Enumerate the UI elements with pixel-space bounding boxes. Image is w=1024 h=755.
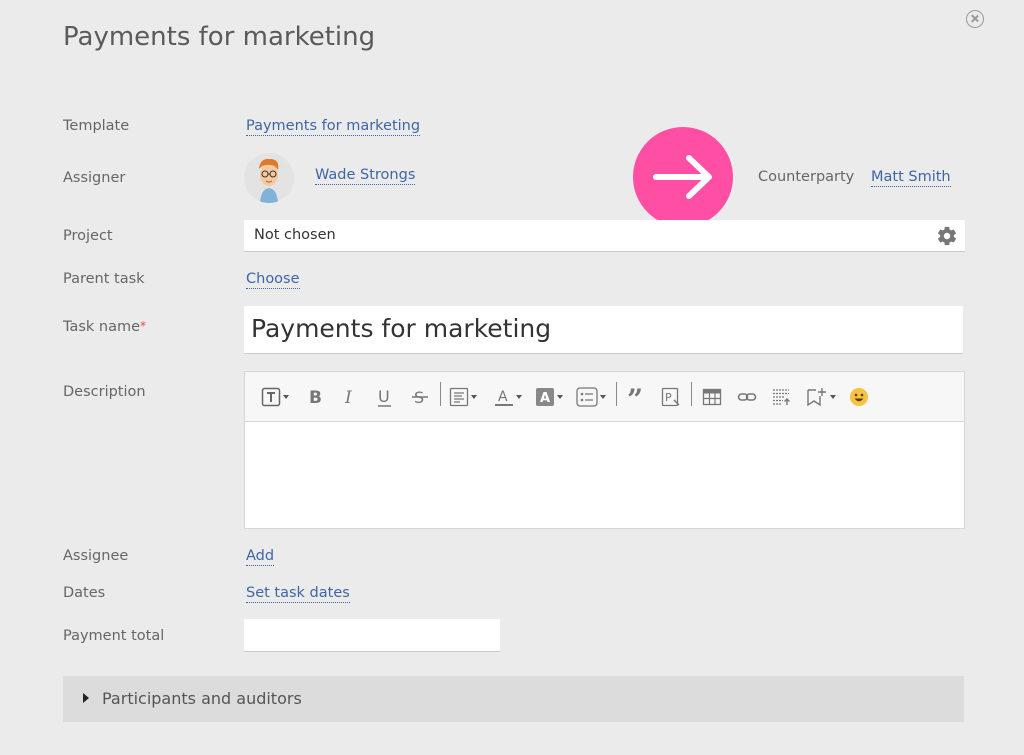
underline-icon: U	[378, 387, 391, 407]
template-link[interactable]: Payments for marketing	[246, 118, 421, 136]
counterparty-label: Counterparty	[758, 169, 855, 185]
editor-toolbar: B I U S A A ” P	[245, 372, 964, 422]
font-color-button[interactable]: A	[494, 386, 522, 408]
description-text-area[interactable]	[245, 422, 964, 528]
paragraph-icon	[449, 387, 469, 407]
paragraph-button[interactable]	[449, 386, 477, 408]
emoji-icon	[850, 388, 868, 406]
assigner-avatar[interactable]	[244, 153, 294, 203]
add-assignee-link[interactable]: Add	[246, 548, 275, 566]
bookmark-button[interactable]	[806, 386, 836, 408]
payment-total-label: Payment total	[63, 628, 165, 644]
change-counterparty-button[interactable]	[633, 127, 733, 227]
table-icon	[702, 388, 722, 406]
table-button[interactable]	[702, 386, 722, 408]
bookmark-icon	[807, 388, 826, 407]
embed-button[interactable]	[771, 386, 793, 408]
embed-icon	[773, 389, 790, 405]
required-mark: *	[140, 319, 147, 333]
italic-button[interactable]: I	[342, 386, 358, 408]
italic-icon: I	[344, 388, 352, 407]
task-name-label-text: Task name	[63, 319, 141, 335]
task-name-value: Payments for marketing	[251, 314, 552, 343]
text-format-icon	[261, 387, 281, 407]
close-icon[interactable]	[966, 10, 984, 28]
background-color-icon: A	[536, 388, 554, 406]
svg-text:U: U	[378, 387, 390, 406]
bold-button[interactable]: B	[307, 386, 323, 408]
quote-icon: ”	[627, 387, 643, 407]
task-name-label: Task name*	[63, 319, 146, 335]
payment-total-input[interactable]	[244, 619, 500, 652]
svg-text:”: ”	[627, 387, 643, 407]
participants-label: Participants and auditors	[102, 689, 302, 708]
project-label: Project	[63, 228, 113, 244]
underline-button[interactable]: U	[376, 386, 394, 408]
project-select[interactable]: Not chosen	[244, 220, 965, 252]
choose-parent-task-link[interactable]: Choose	[246, 271, 300, 289]
insert-form-button[interactable]: P	[661, 386, 681, 408]
dialog-title: Payments for marketing	[63, 22, 376, 52]
gear-icon[interactable]	[936, 225, 958, 247]
svg-text:I: I	[344, 388, 352, 407]
text-format-button[interactable]	[261, 386, 289, 408]
counterparty-link[interactable]: Matt Smith	[871, 169, 951, 187]
participants-section-toggle[interactable]: Participants and auditors	[63, 676, 964, 722]
task-name-input[interactable]: Payments for marketing	[244, 306, 963, 354]
dates-label: Dates	[63, 585, 106, 601]
arrow-right-icon	[653, 155, 712, 199]
background-color-button[interactable]: A	[535, 386, 563, 408]
assignee-label: Assignee	[63, 548, 129, 564]
caret-right-icon	[83, 693, 89, 703]
project-value: Not chosen	[254, 227, 336, 243]
strikethrough-button[interactable]: S	[411, 386, 429, 408]
assigner-link[interactable]: Wade Strongs	[315, 167, 416, 185]
svg-text:A: A	[540, 391, 550, 406]
svg-text:A: A	[498, 389, 508, 405]
link-button[interactable]	[737, 386, 757, 408]
list-button[interactable]	[576, 386, 606, 408]
parent-task-label: Parent task	[63, 271, 145, 287]
svg-text:P: P	[665, 391, 672, 404]
list-icon	[576, 387, 598, 407]
bold-icon: B	[309, 388, 322, 407]
description-label: Description	[63, 384, 146, 400]
set-task-dates-link[interactable]: Set task dates	[246, 585, 350, 603]
font-color-icon: A	[495, 389, 513, 406]
strikethrough-icon: S	[412, 388, 428, 407]
template-label: Template	[63, 118, 130, 134]
link-icon	[737, 393, 757, 401]
assigner-label: Assigner	[63, 170, 126, 186]
insert-form-icon: P	[661, 387, 680, 407]
emoji-button[interactable]	[849, 386, 869, 408]
quote-button[interactable]: ”	[626, 386, 648, 408]
description-editor[interactable]: B I U S A A ” P	[244, 371, 965, 529]
svg-text:B: B	[309, 388, 322, 407]
